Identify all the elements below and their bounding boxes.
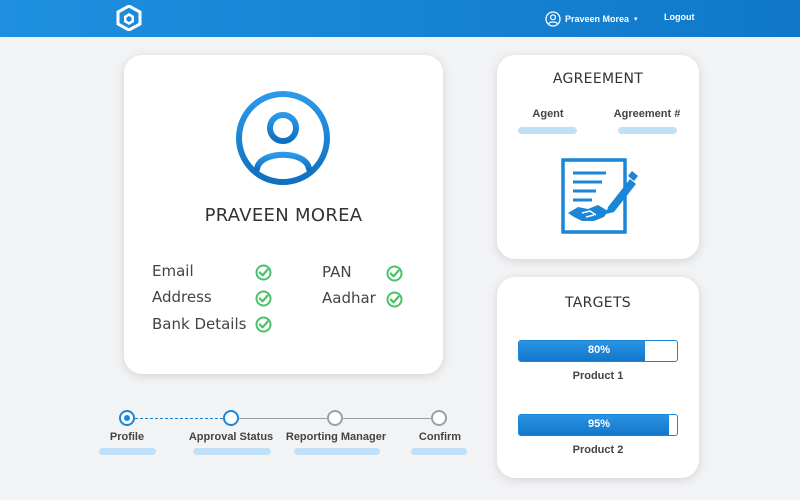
targets-card: TARGETS 80% Product 1 95% Product 2 <box>497 277 699 478</box>
product-2-label: Product 2 <box>572 444 624 456</box>
check-label: Bank Details <box>152 315 247 333</box>
step-reporting-manager-label[interactable]: Reporting Manager <box>283 431 389 443</box>
check-circle-icon <box>255 264 272 281</box>
check-label: PAN <box>322 263 352 281</box>
step-reporting-manager-indicator[interactable] <box>327 410 343 426</box>
check-label: Email <box>152 262 194 280</box>
user-circle-icon <box>545 10 561 27</box>
agreement-document-icon <box>561 158 638 234</box>
agreement-card: AGREEMENT Agent Agreement # <box>497 55 699 259</box>
check-circle-icon <box>255 290 272 307</box>
step-approval-status-label[interactable]: Approval Status <box>186 431 276 443</box>
profile-name: PRAVEEN MOREA <box>204 205 363 226</box>
agent-value-placeholder <box>518 127 577 134</box>
logout-link[interactable]: Logout <box>664 12 695 22</box>
agreement-number-label: Agreement # <box>613 108 681 120</box>
agent-label: Agent <box>532 108 564 120</box>
step-profile-indicator[interactable] <box>119 410 135 426</box>
step-approval-status-placeholder <box>193 448 271 455</box>
agreement-title: AGREEMENT <box>552 71 644 87</box>
agreement-number-value-placeholder <box>618 127 677 134</box>
targets-title: TARGETS <box>564 295 631 311</box>
step-confirm-indicator[interactable] <box>431 410 447 426</box>
check-circle-icon <box>255 316 272 333</box>
top-navbar: Praveen Morea ▾ Logout <box>0 0 800 37</box>
stepper-connector-completed <box>135 418 223 419</box>
chevron-down-icon: ▾ <box>634 15 638 23</box>
step-reporting-manager-placeholder <box>294 448 380 455</box>
product-1-label: Product 1 <box>572 370 624 382</box>
user-menu[interactable]: Praveen Morea ▾ <box>545 10 638 27</box>
step-confirm-label[interactable]: Confirm <box>410 431 470 443</box>
product-1-progress-bar: 80% <box>518 340 678 362</box>
check-item-email: Email <box>152 262 194 280</box>
check-label: Aadhar <box>322 289 376 307</box>
user-avatar-icon <box>236 91 330 185</box>
product-2-progress-bar: 95% <box>518 414 678 436</box>
hexagon-logo-icon[interactable] <box>116 5 142 31</box>
step-confirm-placeholder <box>411 448 467 455</box>
check-item-aadhar: Aadhar <box>322 289 376 307</box>
check-circle-icon <box>386 291 403 308</box>
user-name: Praveen Morea <box>565 13 630 24</box>
step-approval-status-indicator[interactable] <box>223 410 239 426</box>
stepper-connector <box>239 418 327 419</box>
step-profile-label[interactable]: Profile <box>97 431 157 443</box>
profile-card: PRAVEEN MOREA Email Address Bank Details… <box>124 55 443 374</box>
progress-percent-text: 95% <box>587 418 611 430</box>
check-item-pan: PAN <box>322 263 352 281</box>
stepper-connector <box>343 418 431 419</box>
check-item-address: Address <box>152 288 212 306</box>
progress-percent-text: 80% <box>587 344 611 356</box>
check-circle-icon <box>386 265 403 282</box>
check-label: Address <box>152 288 212 306</box>
check-item-bank-details: Bank Details <box>152 315 246 333</box>
step-profile-placeholder <box>99 448 156 455</box>
